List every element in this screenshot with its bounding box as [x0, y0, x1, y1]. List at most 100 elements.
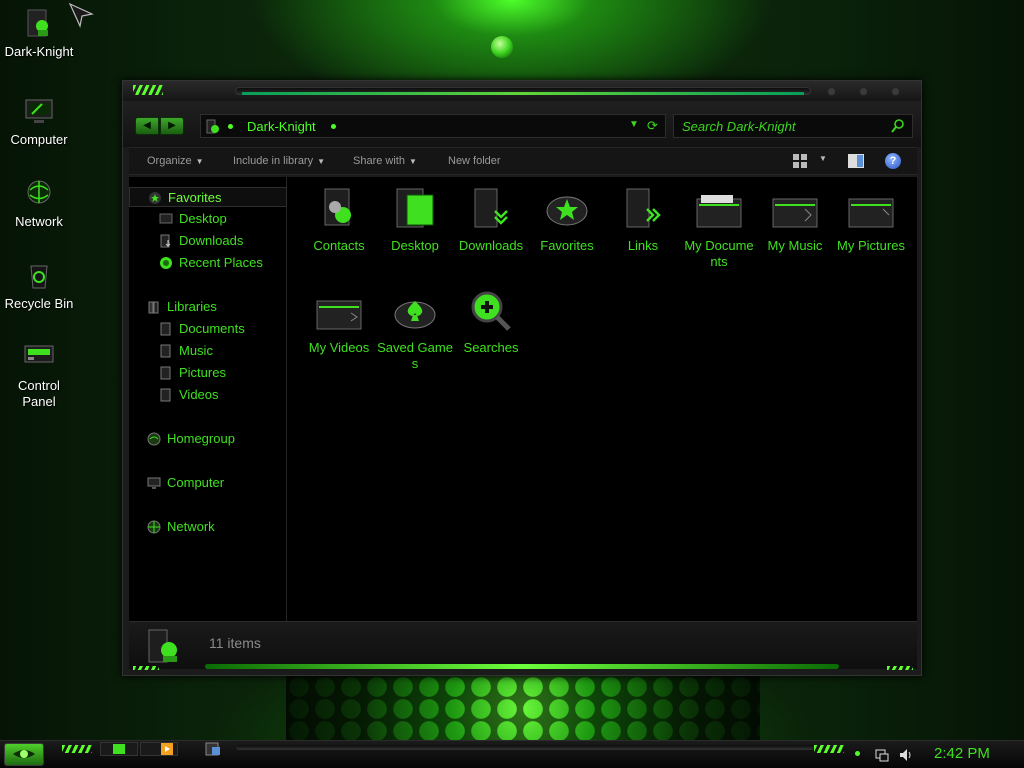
forward-button[interactable]: ▶: [160, 117, 184, 135]
share-with-menu[interactable]: Share with ▼: [353, 155, 417, 167]
search-icon[interactable]: [890, 118, 906, 134]
maximize-button[interactable]: [859, 87, 868, 96]
help-icon[interactable]: ?: [885, 153, 901, 169]
file-item-downloads[interactable]: Downloads: [453, 185, 529, 254]
file-item-desktop[interactable]: Desktop: [377, 185, 453, 254]
media-player-icon: [161, 743, 173, 755]
desktop-icon-control-panel[interactable]: Control Panel: [0, 340, 78, 410]
network-tray-icon[interactable]: [874, 747, 890, 763]
nav-item-videos[interactable]: Videos: [129, 385, 287, 405]
nav-item-downloads[interactable]: Downloads: [129, 231, 287, 251]
file-label: Downloads: [458, 238, 524, 253]
navigation-bar: ◀ ▶ Dark-Knight ▼ ⟳: [123, 101, 921, 147]
breadcrumb-separator-icon: [228, 124, 233, 129]
search-input[interactable]: [682, 118, 882, 135]
links-folder-icon: [626, 188, 661, 228]
volume-icon[interactable]: [898, 747, 914, 763]
stripe-decoration: [814, 745, 844, 753]
navigation-pane: Favorites Desktop Downloads Recent Place…: [129, 177, 287, 621]
new-folder-button[interactable]: New folder: [448, 155, 501, 167]
address-bar[interactable]: Dark-Knight ▼ ⟳: [200, 114, 666, 138]
desktop-icon-label: Dark-Knight: [4, 44, 74, 59]
file-label: My Documents: [684, 238, 754, 269]
desktop-folder-icon: [396, 188, 434, 228]
homegroup-icon: [147, 432, 161, 446]
close-button[interactable]: [891, 87, 900, 96]
new-folder-label: New folder: [448, 155, 501, 167]
file-item-my-videos[interactable]: My Videos: [301, 287, 377, 356]
network-globe-icon: [22, 176, 56, 210]
quick-launch-desktop[interactable]: [100, 742, 138, 756]
view-options-dropdown-icon[interactable]: ▼: [819, 154, 827, 163]
desktop-icon: [159, 213, 173, 224]
share-with-label: Share with: [353, 155, 405, 167]
user-folder-icon: [22, 6, 56, 40]
nav-label: Music: [179, 343, 213, 358]
title-glow-bar: [235, 87, 811, 95]
tray-indicator-icon: [855, 751, 860, 756]
search-box[interactable]: [673, 114, 913, 138]
file-label: Links: [627, 238, 659, 253]
desktop-icon-label: Recycle Bin: [4, 296, 74, 311]
nav-item-network[interactable]: Network: [129, 517, 287, 537]
title-bar[interactable]: [123, 81, 921, 101]
music-icon: [160, 344, 171, 358]
nav-item-favorites[interactable]: Favorites: [129, 187, 287, 207]
file-label: My Music: [767, 238, 823, 253]
desktop-icon-network[interactable]: Network: [0, 176, 78, 230]
music-folder-icon: [772, 198, 818, 228]
nav-item-pictures[interactable]: Pictures: [129, 363, 287, 383]
desktop-icon-label: Computer: [10, 132, 68, 147]
preview-pane-icon[interactable]: [848, 154, 864, 168]
file-item-searches[interactable]: Searches: [453, 287, 529, 356]
pictures-folder-icon: [848, 198, 894, 228]
nav-item-computer[interactable]: Computer: [129, 473, 287, 493]
refresh-icon[interactable]: ⟳: [647, 118, 658, 134]
file-label: Saved Games: [377, 340, 453, 371]
back-button[interactable]: ◀: [135, 117, 159, 135]
wallpaper-hex-emblem: [286, 676, 760, 740]
include-in-library-menu[interactable]: Include in library ▼: [233, 155, 325, 167]
recycle-bin-icon: [22, 258, 56, 292]
desktop-icon-label: Control Panel: [18, 378, 60, 409]
change-view-icon[interactable]: [793, 154, 807, 168]
desktop-icon-recycle-bin[interactable]: Recycle Bin: [0, 258, 78, 312]
file-item-my-documents[interactable]: My Documents: [681, 185, 757, 270]
nav-label: Downloads: [179, 233, 244, 248]
details-pane: 11 items: [129, 621, 917, 670]
system-clock[interactable]: 2:42 PM: [934, 745, 990, 762]
file-item-my-pictures[interactable]: My Pictures: [833, 185, 909, 254]
file-item-links[interactable]: Links: [605, 185, 681, 254]
start-button[interactable]: [4, 743, 44, 766]
stripe-decoration: [887, 666, 913, 670]
nav-item-music[interactable]: Music: [129, 341, 287, 361]
nav-label: Videos: [179, 387, 219, 402]
stripe-decoration: [133, 666, 159, 670]
nav-item-desktop[interactable]: Desktop: [129, 209, 287, 229]
breadcrumb-separator-icon[interactable]: [331, 124, 336, 129]
file-item-saved-games[interactable]: Saved Games: [377, 287, 453, 372]
breadcrumb-dark-knight[interactable]: Dark-Knight: [247, 119, 316, 134]
quick-launch-media[interactable]: [140, 742, 178, 756]
documents-icon: [160, 322, 171, 336]
explorer-taskbar-icon[interactable]: [204, 741, 222, 757]
desktop-icon-dark-knight[interactable]: Dark-Knight: [0, 6, 78, 60]
file-label: Favorites: [540, 238, 594, 253]
favorites-star-icon: [546, 196, 588, 226]
nav-item-libraries[interactable]: Libraries: [129, 297, 287, 317]
organize-menu[interactable]: Organize ▼: [147, 155, 204, 167]
file-item-favorites[interactable]: Favorites: [529, 185, 605, 254]
nav-item-homegroup[interactable]: Homegroup: [129, 429, 287, 449]
file-item-my-music[interactable]: My Music: [757, 185, 833, 254]
network-globe-icon: [147, 520, 161, 534]
nav-label: Favorites: [168, 190, 222, 205]
videos-icon: [160, 388, 171, 402]
desktop-icon-computer[interactable]: Computer: [0, 94, 78, 148]
pictures-icon: [160, 366, 171, 380]
address-history-dropdown-icon[interactable]: ▼: [629, 119, 639, 130]
nav-item-recent-places[interactable]: Recent Places: [129, 253, 287, 273]
minimize-button[interactable]: [827, 87, 836, 96]
nav-item-documents[interactable]: Documents: [129, 319, 287, 339]
chevron-down-icon: ▼: [195, 157, 204, 166]
file-item-contacts[interactable]: Contacts: [301, 185, 377, 254]
